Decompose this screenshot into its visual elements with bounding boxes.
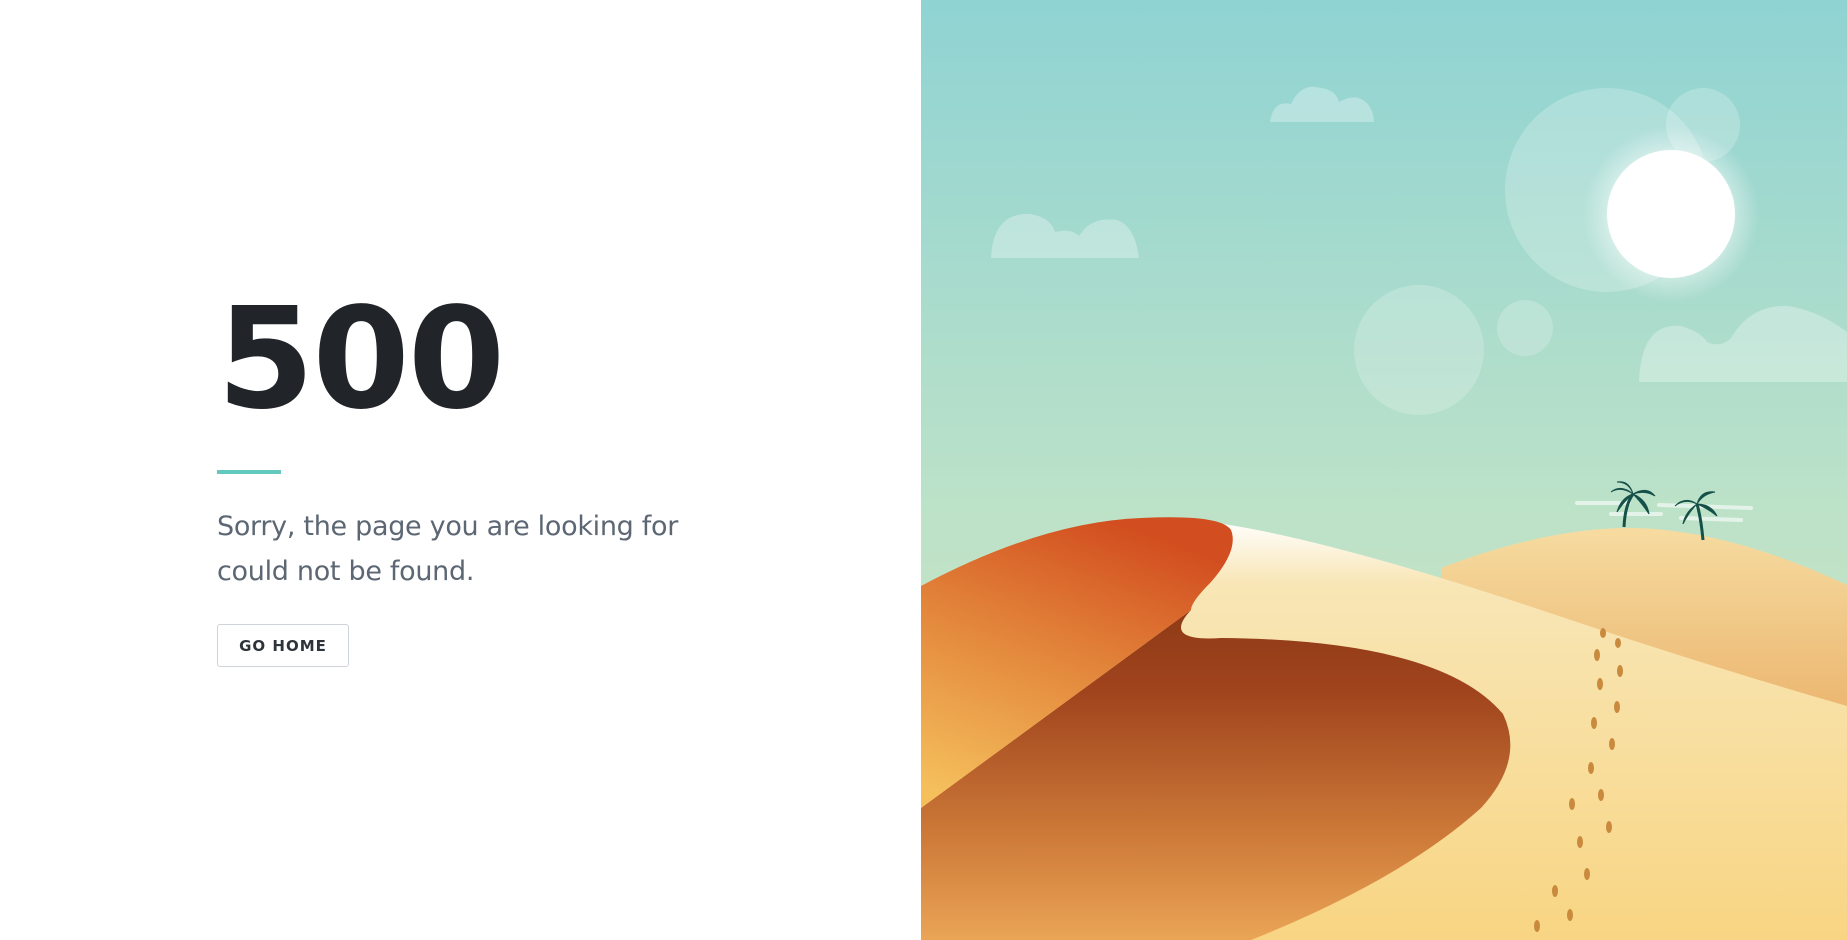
error-panel: 500 Sorry, the page you are looking for …: [0, 0, 921, 940]
sun-icon: [1607, 150, 1735, 278]
desert-scene-svg: [921, 0, 1847, 940]
accent-divider: [217, 470, 281, 474]
haze-circle: [1354, 285, 1484, 415]
error-code: 500: [217, 278, 505, 441]
desert-illustration: [921, 0, 1847, 940]
go-home-button[interactable]: GO HOME: [217, 624, 349, 667]
error-page: 500 Sorry, the page you are looking for …: [0, 0, 1847, 940]
haze-circle: [1497, 300, 1553, 356]
error-content: 500 Sorry, the page you are looking for …: [217, 290, 697, 667]
error-message: Sorry, the page you are looking for coul…: [217, 511, 679, 587]
